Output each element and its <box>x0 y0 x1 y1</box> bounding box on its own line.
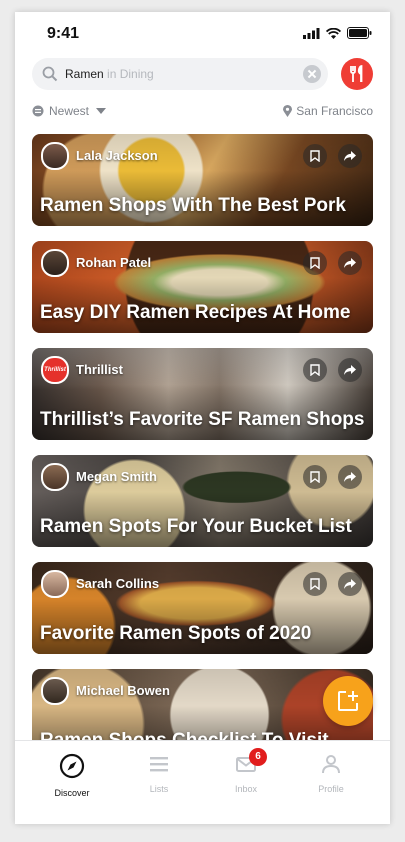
author-avatar <box>41 677 69 705</box>
bookmark-button[interactable] <box>303 144 327 168</box>
fork-knife-icon <box>350 65 363 82</box>
share-arrow-icon <box>344 365 356 375</box>
share-arrow-icon <box>344 579 356 589</box>
tab-lists[interactable]: Lists <box>124 753 194 794</box>
share-button[interactable] <box>338 251 362 275</box>
location-selector[interactable]: San Francisco <box>283 104 373 118</box>
author-avatar <box>41 249 69 277</box>
card-title: Ramen Spots For Your Bucket List <box>40 516 352 537</box>
search-scope: in Dining <box>107 67 154 81</box>
phone-screen: 9:41 Ramen in Dining Newest San Francisc… <box>15 12 390 824</box>
share-arrow-icon <box>344 472 356 482</box>
bookmark-button[interactable] <box>303 572 327 596</box>
tab-inbox-label: Inbox <box>234 784 258 794</box>
signal-icon <box>303 27 320 39</box>
tab-profile-label: Profile <box>318 784 344 794</box>
sort-label: Newest <box>49 104 90 118</box>
list-card[interactable]: Megan Smith Ramen Spots For Your Bucket … <box>32 455 373 547</box>
tab-discover[interactable]: Discover <box>37 753 107 798</box>
list-card[interactable]: Rohan Patel Easy DIY Ramen Recipes At Ho… <box>32 241 373 333</box>
share-arrow-icon <box>344 258 356 268</box>
dining-filter-button[interactable] <box>341 58 373 90</box>
location-pin-icon <box>283 105 293 117</box>
avatar-logo-text: Thrillist <box>44 367 66 373</box>
card-author: Thrillist <box>76 362 123 377</box>
search-query: Ramen <box>65 67 104 81</box>
bookmark-icon <box>310 471 320 483</box>
bookmark-icon <box>310 578 320 590</box>
list-card[interactable]: Sarah Collins Favorite Ramen Spots of 20… <box>32 562 373 654</box>
tab-discover-label: Discover <box>54 788 90 798</box>
search-input[interactable]: Ramen in Dining <box>65 67 154 81</box>
card-title: Easy DIY Ramen Recipes At Home <box>40 302 351 323</box>
bookmark-icon <box>310 257 320 269</box>
list-card[interactable]: Thrillist Thrillist Thrillist’s Favorite… <box>32 348 373 440</box>
bookmark-button[interactable] <box>303 358 327 382</box>
author-avatar: Thrillist <box>41 356 69 384</box>
share-button[interactable] <box>338 144 362 168</box>
author-avatar <box>41 570 69 598</box>
share-button[interactable] <box>338 465 362 489</box>
author-avatar <box>41 142 69 170</box>
author-avatar <box>41 463 69 491</box>
card-author: Megan Smith <box>76 469 157 484</box>
list-icon <box>150 757 168 772</box>
bookmark-button[interactable] <box>303 465 327 489</box>
card-author: Michael Bowen <box>76 683 170 698</box>
tab-inbox[interactable]: 6 Inbox <box>211 748 281 794</box>
add-list-icon <box>338 691 358 711</box>
clear-search-icon[interactable] <box>303 65 321 83</box>
share-button[interactable] <box>338 358 362 382</box>
filter-row: Newest San Francisco <box>32 104 373 122</box>
inbox-badge: 6 <box>249 748 267 766</box>
card-title: Favorite Ramen Spots of 2020 <box>40 623 312 644</box>
sort-icon <box>32 105 44 117</box>
bookmark-icon <box>310 150 320 162</box>
compass-icon <box>59 753 85 779</box>
list-card[interactable]: Lala Jackson Ramen Shops With The Best P… <box>32 134 373 226</box>
battery-icon <box>347 27 372 39</box>
card-title: Ramen Shops With The Best Pork <box>40 195 346 216</box>
create-list-button[interactable] <box>323 676 373 726</box>
search-bar[interactable]: Ramen in Dining <box>32 58 328 90</box>
bookmark-button[interactable] <box>303 251 327 275</box>
share-arrow-icon <box>344 151 356 161</box>
chevron-down-icon <box>96 108 107 114</box>
tab-lists-label: Lists <box>149 784 169 794</box>
wifi-icon <box>326 27 341 39</box>
search-icon <box>42 66 58 82</box>
card-title: Thrillist’s Favorite SF Ramen Shops <box>40 409 365 430</box>
tab-profile[interactable]: Profile <box>296 753 366 794</box>
person-icon <box>322 755 340 774</box>
sort-dropdown[interactable]: Newest <box>32 104 107 118</box>
card-author: Lala Jackson <box>76 148 158 163</box>
share-button[interactable] <box>338 572 362 596</box>
list-feed: Lala Jackson Ramen Shops With The Best P… <box>32 134 373 776</box>
status-time: 9:41 <box>47 25 80 42</box>
bookmark-icon <box>310 364 320 376</box>
tab-bar: Discover Lists 6 Inbox Profile <box>15 740 390 824</box>
status-bar: 9:41 <box>15 12 390 56</box>
location-label: San Francisco <box>296 104 373 118</box>
card-author: Sarah Collins <box>76 576 160 591</box>
card-author: Rohan Patel <box>76 255 152 270</box>
status-icons <box>303 27 372 39</box>
